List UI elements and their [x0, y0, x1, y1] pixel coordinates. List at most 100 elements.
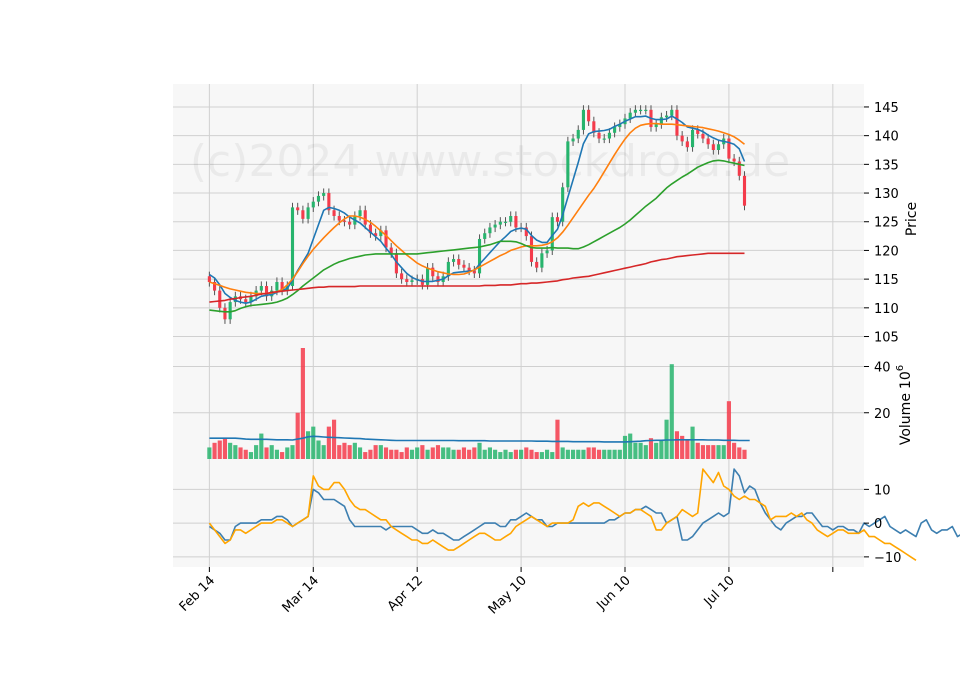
- osc-tick-label: 10: [874, 483, 891, 498]
- volume-tick-label: 20: [874, 407, 891, 422]
- candle-body: [306, 207, 310, 219]
- price-tick-label: 105: [874, 331, 899, 346]
- volume-bar: [560, 447, 565, 459]
- volume-bar: [368, 449, 373, 459]
- candle-body: [628, 112, 632, 119]
- volume-bar: [659, 440, 664, 459]
- candle-body: [581, 109, 586, 130]
- volume-bar: [570, 449, 576, 459]
- volume-bar: [212, 442, 217, 459]
- volume-bar: [482, 449, 487, 459]
- volume-bar: [472, 447, 477, 459]
- price-tick-label: 130: [874, 187, 899, 202]
- volume-bar: [633, 442, 638, 459]
- candle-body: [228, 302, 232, 320]
- panel-bg-o: [173, 459, 864, 567]
- volume-bar: [425, 449, 430, 459]
- volume-bar: [342, 442, 347, 459]
- volume-bar: [217, 440, 222, 459]
- price-axis-label: Price: [904, 202, 920, 236]
- volume-bar: [357, 447, 363, 459]
- candle-body: [597, 132, 601, 139]
- volume-bar: [259, 433, 264, 459]
- volume-bar: [441, 447, 446, 459]
- volume-bar: [274, 449, 279, 459]
- volume-bar: [721, 445, 726, 459]
- candle-body: [207, 276, 211, 282]
- volume-bar: [487, 447, 493, 459]
- candle-body: [690, 129, 695, 148]
- volume-bar: [389, 449, 394, 459]
- volume-bar: [498, 452, 503, 459]
- candle-body: [259, 286, 263, 291]
- volume-bar: [467, 449, 472, 459]
- volume-bar: [321, 445, 326, 459]
- volume-bar: [534, 452, 539, 459]
- volume-bar: [737, 447, 742, 459]
- volume-bar: [331, 419, 337, 459]
- volume-bar: [399, 452, 404, 459]
- price-tick-label: 125: [874, 216, 899, 231]
- volume-bar: [435, 445, 441, 459]
- candle-body: [540, 253, 544, 268]
- x-tick-label: Apr 12: [385, 573, 426, 614]
- volume-bar: [243, 449, 248, 459]
- candle-body: [701, 133, 705, 139]
- x-tick-label: May 10: [486, 573, 530, 617]
- volume-bar: [503, 449, 508, 459]
- candle-body: [587, 109, 591, 122]
- candle-body: [706, 138, 710, 145]
- candle-body: [685, 141, 689, 148]
- stock-chart: (c)2024 www.stockdroid.de Feb 14 Mar 14 Ap…: [0, 0, 960, 690]
- volume-tick-label: 40: [874, 361, 891, 376]
- volume-bar: [311, 426, 316, 459]
- candle-body: [301, 210, 305, 219]
- candle-body: [244, 299, 248, 303]
- volume-bar: [300, 348, 305, 459]
- volume-bar: [295, 412, 300, 459]
- volume-bar: [290, 445, 295, 459]
- candle-body: [322, 193, 326, 196]
- volume-bar: [565, 449, 570, 459]
- volume-bar: [524, 447, 529, 459]
- volume-bar: [285, 447, 290, 459]
- candle-body: [311, 201, 315, 208]
- volume-bar: [430, 447, 435, 459]
- candle-body: [498, 221, 502, 225]
- candle-body: [467, 267, 471, 271]
- volume-bar: [269, 445, 274, 459]
- candle-body: [555, 217, 560, 222]
- candle-body: [680, 135, 684, 142]
- candle-body: [451, 259, 456, 262]
- volume-bar: [238, 447, 243, 459]
- volume-bar: [352, 442, 357, 459]
- volume-bar: [576, 449, 581, 459]
- watermark: (c)2024 www.stockdroid.de: [190, 136, 790, 187]
- volume-bar: [581, 449, 586, 459]
- volume-bar: [519, 449, 524, 459]
- candle-body: [576, 129, 580, 139]
- volume-bar: [529, 449, 534, 459]
- candle-body: [654, 124, 658, 128]
- candle-body: [384, 230, 388, 248]
- candle-body: [607, 132, 611, 139]
- candle-body: [732, 158, 736, 162]
- volume-bar: [415, 447, 420, 459]
- volume-bar: [316, 440, 321, 459]
- volume-bar: [700, 445, 706, 459]
- candle-body: [337, 216, 341, 221]
- candle-body: [348, 221, 352, 225]
- volume-axis-unit-exp: 6: [895, 365, 906, 371]
- volume-bar: [539, 452, 544, 459]
- candle-body: [566, 141, 570, 188]
- x-tick-label: Mar 14: [280, 573, 323, 616]
- candle-body: [316, 195, 321, 202]
- volume-bar: [695, 442, 700, 459]
- candle-body: [633, 109, 637, 113]
- candle-body: [644, 109, 648, 112]
- volume-bar: [617, 449, 622, 459]
- volume-bar: [373, 445, 378, 459]
- candle-body: [535, 261, 539, 268]
- volume-bar: [544, 449, 550, 459]
- volume-bar: [409, 449, 415, 459]
